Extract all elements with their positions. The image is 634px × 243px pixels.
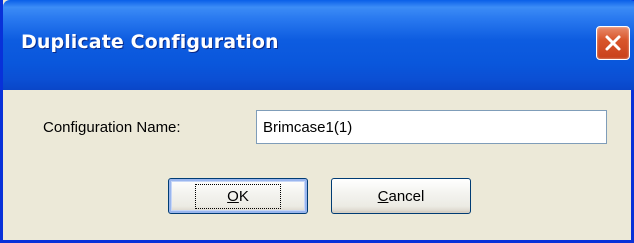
configuration-name-input[interactable] [256,110,607,144]
duplicate-configuration-dialog: Duplicate Configuration Configuration Na… [0,0,634,243]
cancel-button[interactable]: Cancel [331,178,471,214]
dialog-title: Duplicate Configuration [21,31,279,53]
configuration-name-label: Configuration Name: [43,119,181,136]
title-bar[interactable]: Duplicate Configuration [3,0,634,90]
dialog-body: Configuration Name: OK Cancel [3,90,631,240]
cancel-button-label: Cancel [377,187,425,205]
close-button[interactable] [596,26,630,60]
close-icon [605,35,621,51]
ok-button[interactable]: OK [168,178,308,214]
ok-button-label: OK [195,183,281,209]
